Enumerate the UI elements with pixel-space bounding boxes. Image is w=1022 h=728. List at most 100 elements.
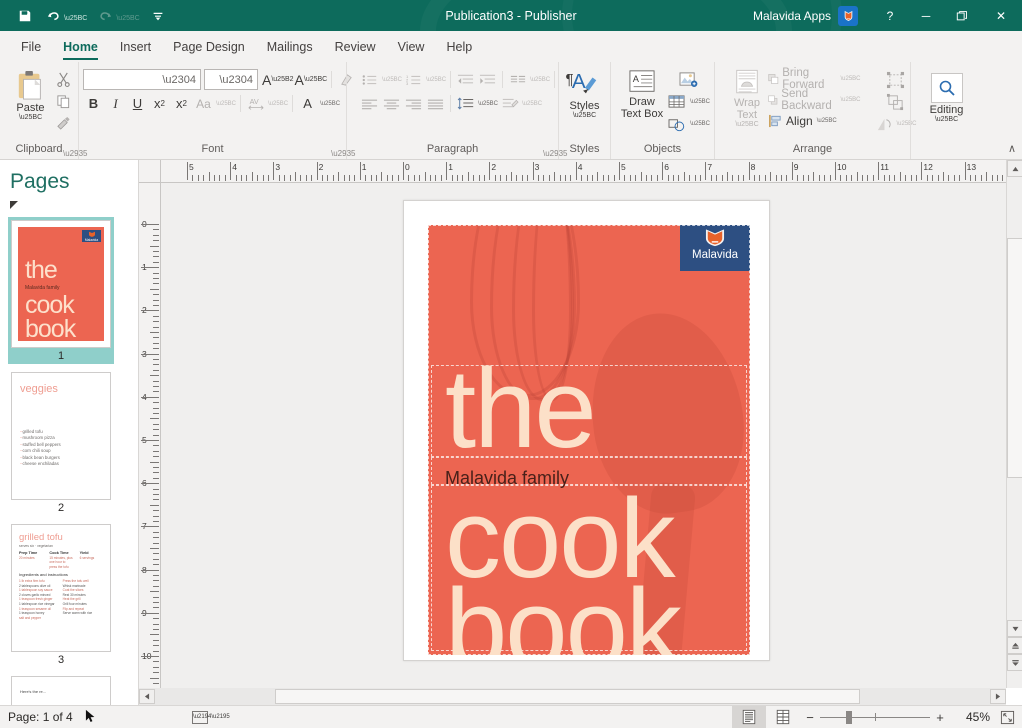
decrease-indent-icon[interactable]: [455, 69, 476, 90]
clipboard-dialog-launcher[interactable]: \u2935: [63, 149, 72, 158]
status-page-indicator[interactable]: Page: 1 of 4: [0, 710, 73, 724]
insert-shapes-icon[interactable]: [667, 113, 688, 134]
font-dialog-launcher[interactable]: \u2935: [331, 149, 340, 158]
tab-review[interactable]: Review: [324, 33, 387, 62]
paste-dropdown-icon[interactable]: \u25BC: [19, 114, 42, 121]
cover-title-the[interactable]: the: [445, 353, 595, 465]
zoom-out-button[interactable]: −: [800, 710, 820, 725]
align-button[interactable]: Align \u25BC: [765, 111, 864, 131]
styles-dropdown-icon[interactable]: \u25BC: [573, 112, 596, 119]
redo-dropdown-icon[interactable]: \u25BC: [116, 10, 139, 22]
tab-help[interactable]: Help: [435, 33, 483, 62]
two-page-spread-view-icon[interactable]: [766, 706, 800, 728]
horizontal-scrollbar[interactable]: [139, 688, 1006, 705]
paragraph-spacing-icon[interactable]: [499, 93, 520, 114]
page-thumbnail-4[interactable]: Here's the re... 4: [11, 676, 111, 705]
previous-page-button[interactable]: [1007, 637, 1022, 654]
change-case-button[interactable]: Aa: [193, 93, 214, 114]
numbering-icon[interactable]: 123: [403, 69, 424, 90]
send-backward-button[interactable]: Send Backward \u25BC: [765, 90, 864, 110]
zoom-slider[interactable]: [820, 709, 930, 725]
line-spacing-icon[interactable]: [455, 93, 476, 114]
paste-button[interactable]: Paste \u25BC: [8, 67, 53, 121]
character-spacing-button[interactable]: AV: [245, 93, 266, 114]
help-button[interactable]: ?: [872, 0, 908, 31]
restore-button[interactable]: [944, 0, 980, 31]
tab-home[interactable]: Home: [52, 33, 109, 62]
redo-icon[interactable]: [92, 4, 118, 28]
copy-button[interactable]: [53, 91, 74, 112]
shrink-font-button[interactable]: A\u25BC: [295, 69, 328, 90]
insert-picture-icon[interactable]: [667, 69, 710, 90]
numbering-dropdown-icon[interactable]: \u25BC: [425, 77, 446, 83]
next-page-button[interactable]: [1007, 654, 1022, 671]
scroll-up-button[interactable]: [1007, 160, 1022, 177]
font-color-button[interactable]: A: [297, 93, 318, 114]
cut-button[interactable]: [53, 69, 74, 90]
line-spacing-dropdown-icon[interactable]: \u25BC: [477, 101, 498, 107]
page-thumbnail-1[interactable]: Malavida the Malavida family cook book 1: [8, 217, 114, 364]
align-dropdown-icon[interactable]: \u25BC: [816, 118, 837, 124]
page-sheet[interactable]: Malavida the Malavida family cook book: [403, 200, 770, 661]
font-color-dropdown-icon[interactable]: \u25BC: [319, 101, 340, 107]
save-icon[interactable]: [12, 4, 38, 28]
send-backward-dropdown-icon[interactable]: \u25BC: [839, 97, 860, 103]
insert-table-icon[interactable]: [667, 91, 688, 112]
grow-font-button[interactable]: A\u25B2: [262, 69, 294, 90]
italic-button[interactable]: I: [105, 93, 126, 114]
bring-forward-button[interactable]: Bring Forward \u25BC: [765, 69, 864, 89]
editing-dropdown-icon[interactable]: \u25BC: [935, 116, 958, 123]
wrap-text-dropdown-icon[interactable]: \u25BC: [735, 121, 758, 128]
scroll-left-button[interactable]: [139, 689, 155, 704]
format-painter-button[interactable]: [53, 113, 74, 134]
horizontal-ruler[interactable]: 54321012345678910111213: [161, 160, 1006, 183]
tab-page-design[interactable]: Page Design: [162, 33, 256, 62]
bullets-icon[interactable]: [359, 69, 380, 90]
zoom-level-label[interactable]: 45%: [952, 710, 990, 724]
vertical-ruler[interactable]: 012345678910: [139, 183, 161, 688]
align-left-icon[interactable]: [359, 93, 380, 114]
justify-icon[interactable]: [425, 93, 446, 114]
insert-shapes-dropdown-icon[interactable]: \u25BC: [689, 121, 710, 127]
page-thumbnail-3[interactable]: grilled tofu serves six · vegetarian Pre…: [11, 524, 111, 668]
tab-insert[interactable]: Insert: [109, 33, 162, 62]
paragraph-dialog-launcher[interactable]: \u2935: [543, 149, 552, 158]
superscript-button[interactable]: x2: [171, 93, 192, 114]
columns-icon[interactable]: [507, 69, 528, 90]
zoom-in-button[interactable]: +: [930, 710, 950, 725]
columns-dropdown-icon[interactable]: \u25BC: [529, 77, 550, 83]
increase-indent-icon[interactable]: [477, 69, 498, 90]
close-button[interactable]: ✕: [980, 0, 1022, 31]
bring-forward-dropdown-icon[interactable]: \u25BC: [839, 76, 860, 82]
collapse-triangle-icon[interactable]: [9, 200, 23, 214]
bullets-dropdown-icon[interactable]: \u25BC: [381, 77, 402, 83]
account-name[interactable]: Malavida Apps: [753, 9, 831, 23]
rotate-icon[interactable]: [874, 113, 895, 134]
scroll-down-button[interactable]: [1007, 620, 1022, 637]
undo-icon[interactable]: [40, 4, 66, 28]
undo-dropdown-icon[interactable]: \u25BC: [64, 10, 87, 22]
customize-quick-access-toolbar-icon[interactable]: [145, 4, 171, 28]
insert-table-dropdown-icon[interactable]: \u25BC: [689, 99, 710, 105]
cover-title-book[interactable]: book: [445, 581, 680, 655]
paragraph-spacing-dropdown-icon[interactable]: \u25BC: [521, 101, 542, 107]
scroll-right-button[interactable]: [990, 689, 1006, 704]
document-canvas[interactable]: Malavida the Malavida family cook book: [161, 183, 1006, 688]
vertical-scrollbar-thumb[interactable]: [1007, 238, 1022, 478]
avatar[interactable]: [838, 6, 858, 26]
draw-text-box-button[interactable]: A Draw Text Box: [620, 67, 664, 120]
align-right-icon[interactable]: [403, 93, 424, 114]
horizontal-scrollbar-thumb[interactable]: [275, 689, 860, 704]
cover-design[interactable]: Malavida the Malavida family cook book: [428, 225, 750, 655]
minimize-button[interactable]: ─: [908, 0, 944, 31]
ruler-corner[interactable]: [139, 160, 161, 183]
font-name-input[interactable]: \u2304: [83, 69, 201, 90]
underline-button[interactable]: U: [127, 93, 148, 114]
tab-mailings[interactable]: Mailings: [256, 33, 324, 62]
change-case-dropdown-icon[interactable]: \u25BC: [215, 101, 236, 107]
bold-button[interactable]: B: [83, 93, 104, 114]
tab-view[interactable]: View: [387, 33, 436, 62]
font-size-input[interactable]: \u2304: [204, 69, 258, 90]
character-spacing-dropdown-icon[interactable]: \u25BC: [267, 101, 288, 107]
vertical-scrollbar[interactable]: [1006, 160, 1022, 688]
